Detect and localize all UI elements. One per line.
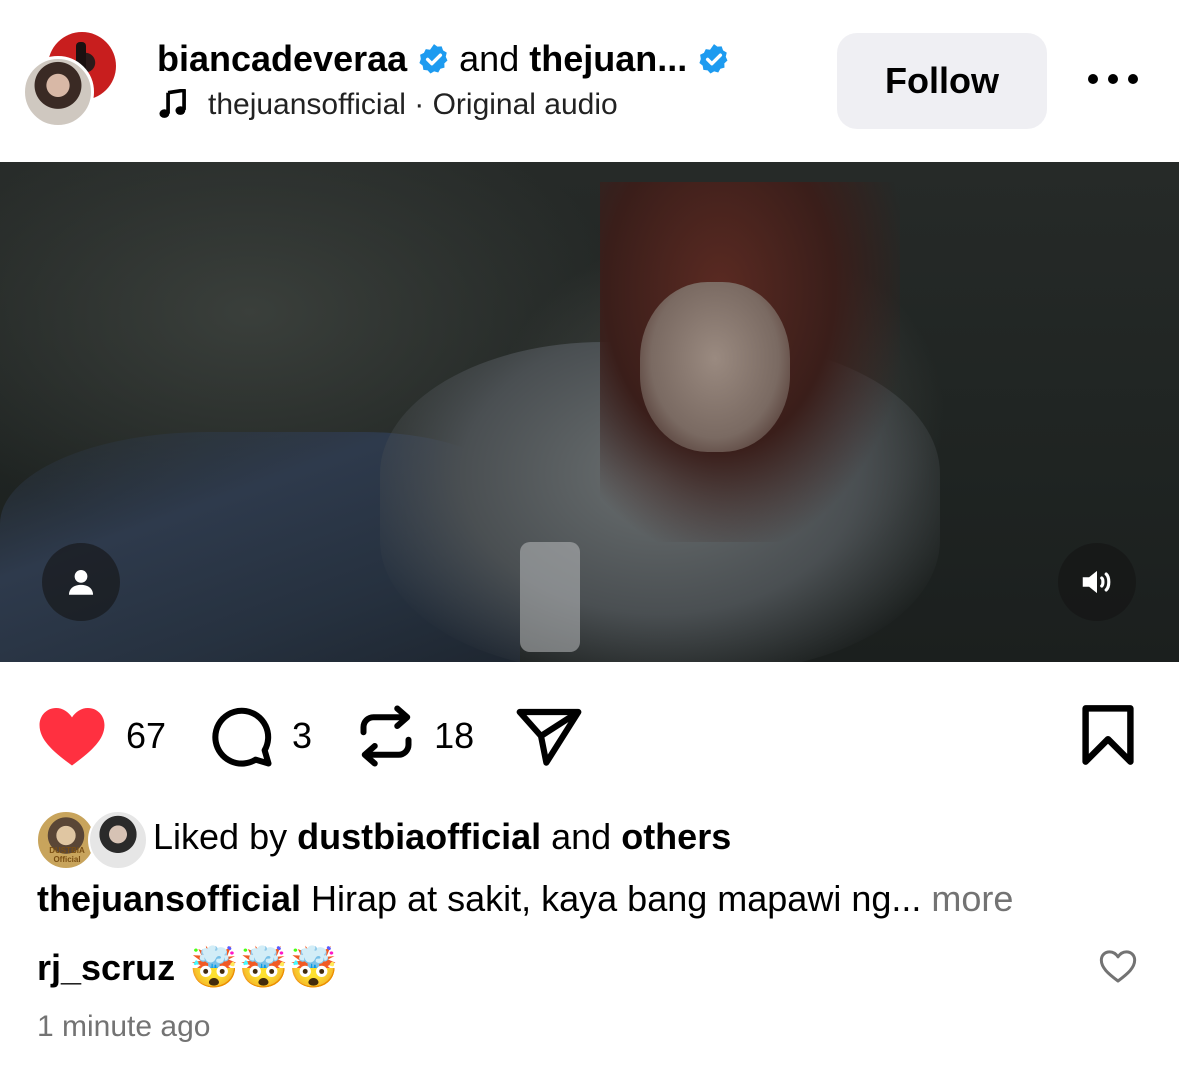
- share-icon[interactable]: [514, 704, 584, 768]
- avatar-other-liker[interactable]: [88, 810, 148, 870]
- comment-like-heart-icon[interactable]: [1098, 948, 1138, 984]
- author-username-2[interactable]: thejuan...: [529, 38, 687, 80]
- music-note-icon: [159, 89, 186, 118]
- video-frame-detail: [520, 542, 580, 652]
- comment-emoji: 🤯🤯🤯: [189, 945, 339, 991]
- caption-more-link[interactable]: more: [921, 878, 1013, 919]
- liked-by-avatars[interactable]: DUSTBIA Official: [36, 810, 148, 872]
- more-icon[interactable]: [1088, 74, 1138, 88]
- follow-button[interactable]: Follow: [837, 33, 1047, 129]
- post-caption: thejuansofficial Hirap at sakit, kaya ba…: [37, 878, 1013, 920]
- avatar-dustbiaofficial[interactable]: DUSTBIA Official: [36, 810, 96, 870]
- volume-button[interactable]: [1058, 543, 1136, 621]
- author-avatars[interactable]: [22, 32, 122, 132]
- audio-label: Original audio: [432, 88, 618, 121]
- post-timestamp: 1 minute ago: [37, 1010, 211, 1043]
- verified-icon: [699, 44, 728, 74]
- author-conjunction: and: [459, 38, 520, 79]
- repost-icon[interactable]: [356, 702, 416, 770]
- audio-attribution[interactable]: thejuansofficial · Original audio: [158, 88, 618, 122]
- repost-count: 18: [434, 715, 475, 756]
- verified-icon: [419, 44, 448, 74]
- audio-separator: ·: [405, 88, 433, 121]
- share-action[interactable]: [514, 704, 584, 768]
- video-player[interactable]: [0, 162, 1179, 662]
- avatar-logo-text: DUSTBIA Official: [49, 846, 85, 864]
- user-tag-icon: [68, 569, 94, 595]
- tagged-users-button[interactable]: [42, 543, 120, 621]
- author-username-1[interactable]: biancadeveraa: [157, 38, 407, 80]
- liked-by-text[interactable]: Liked by dustbiaofficial and others: [153, 816, 731, 858]
- avatar-biancadeveraa[interactable]: [22, 56, 94, 128]
- like-count: 67: [126, 715, 167, 756]
- comment-icon[interactable]: [208, 703, 274, 769]
- volume-icon: [1082, 570, 1111, 594]
- comment-username[interactable]: rj_scruz: [37, 947, 175, 989]
- comment-count: 3: [292, 715, 313, 756]
- liked-by-others[interactable]: others: [621, 816, 731, 857]
- like-action[interactable]: 67: [36, 705, 166, 767]
- caption-text: Hirap at sakit, kaya bang mapawi ng...: [301, 878, 922, 919]
- liked-by-user[interactable]: dustbiaofficial: [297, 816, 541, 857]
- bookmark-icon[interactable]: [1080, 704, 1136, 766]
- video-frame-detail: [640, 282, 790, 452]
- repost-action[interactable]: 18: [356, 702, 474, 770]
- caption-username[interactable]: thejuansofficial: [37, 878, 301, 919]
- audio-owner: thejuansofficial: [208, 88, 406, 121]
- heart-icon[interactable]: [36, 705, 108, 767]
- post-authors: biancadeveraa and thejuan...: [157, 38, 739, 80]
- comment-row: rj_scruz 🤯🤯🤯: [37, 944, 347, 991]
- liked-by-middle: and: [541, 816, 622, 857]
- post-actions: 67 3 18: [36, 700, 584, 772]
- liked-by-prefix: Liked by: [153, 816, 298, 857]
- comment-action[interactable]: 3: [208, 703, 312, 769]
